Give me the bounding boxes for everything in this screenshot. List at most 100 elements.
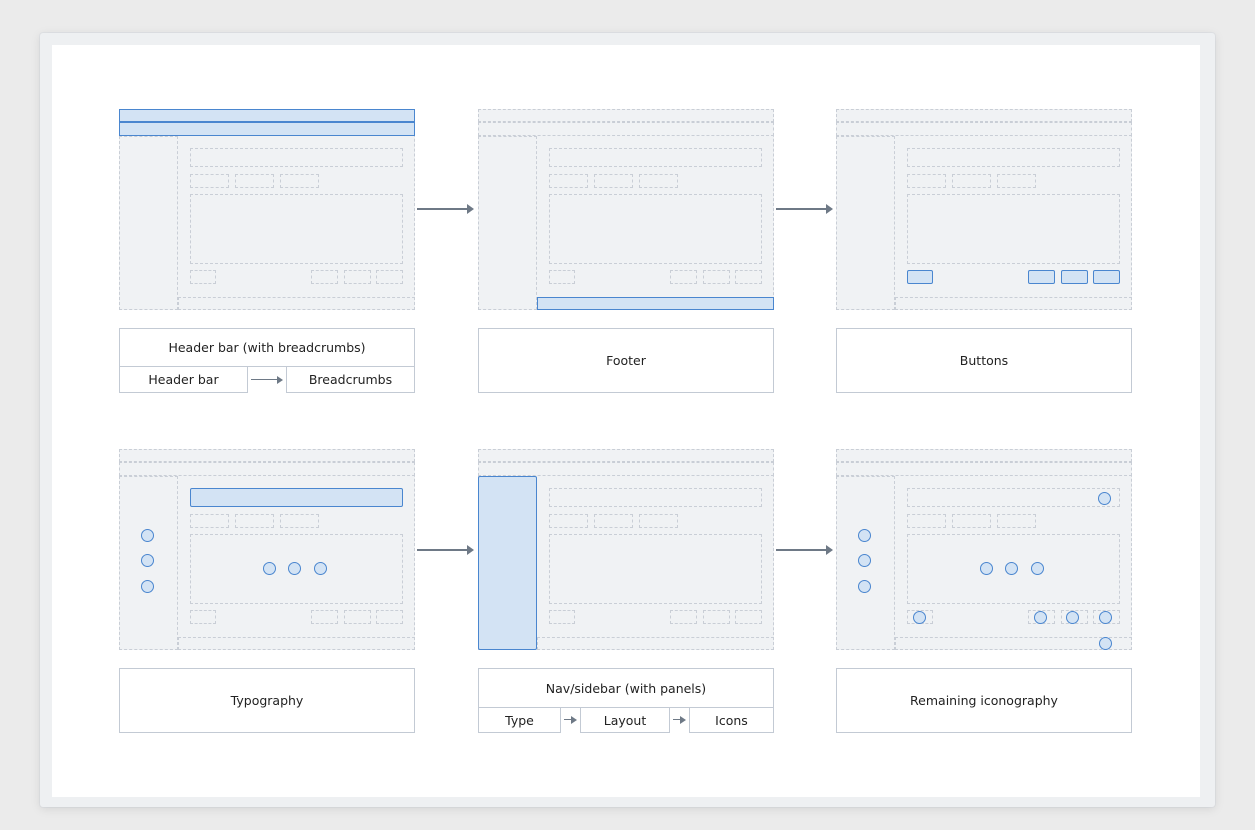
circle-icon [141, 554, 154, 567]
arrow-footer-to-buttons [776, 204, 833, 214]
footer-bar [895, 637, 1132, 650]
breadcrumb-bar [119, 462, 415, 476]
top-bar [478, 449, 774, 462]
circle-icon [858, 580, 871, 593]
circle-icon [314, 562, 327, 575]
tab-placeholder [549, 514, 588, 528]
button-placeholder [670, 270, 697, 284]
breadcrumbs-sub-label: Breadcrumbs [308, 372, 393, 387]
circle-icon [1098, 492, 1111, 505]
arrow-header-to-footer [417, 204, 474, 214]
circle-icon [858, 529, 871, 542]
tab-placeholder [190, 174, 229, 188]
top-bar [836, 109, 1132, 122]
button-placeholder [1028, 270, 1055, 284]
wireframe-buttons [836, 109, 1132, 310]
content-placeholder [549, 534, 762, 604]
title-placeholder [190, 148, 403, 167]
circle-icon [141, 580, 154, 593]
button-placeholder [376, 610, 403, 624]
header-bar-title: Header bar (with breadcrumbs) [168, 340, 366, 355]
nav-sidebar-title-box: Nav/sidebar (with panels) [478, 668, 774, 708]
wireframe-header-bar [119, 109, 415, 310]
buttons-title-box: Buttons [836, 328, 1132, 393]
footer-bar [895, 297, 1132, 310]
arrow-layout-to-icons [673, 716, 686, 724]
tab-placeholder [235, 514, 274, 528]
button-placeholder [311, 270, 338, 284]
tab-placeholder [907, 514, 946, 528]
tab-placeholder [639, 514, 678, 528]
button-placeholder [549, 270, 575, 284]
tab-placeholder [594, 514, 633, 528]
sidebar [119, 136, 178, 310]
button-placeholder [344, 270, 371, 284]
title-placeholder [190, 488, 403, 507]
breadcrumb-bar [478, 462, 774, 476]
button-placeholder [670, 610, 697, 624]
iconography-title: Remaining iconography [910, 693, 1058, 708]
sidebar [478, 136, 537, 310]
circle-icon [1031, 562, 1044, 575]
content-placeholder [549, 194, 762, 264]
title-placeholder [907, 148, 1120, 167]
arrow-nav-to-iconography [776, 545, 833, 555]
icons-sub-label: Icons [715, 712, 748, 728]
layout-sub-label: Layout [603, 712, 647, 728]
button-placeholder [190, 270, 216, 284]
footer-bar [178, 297, 415, 310]
top-bar [836, 449, 1132, 462]
wireframe-nav-sidebar [478, 449, 774, 650]
arrow-header-bar-to-breadcrumbs [251, 376, 283, 384]
wireframe-typography [119, 449, 415, 650]
title-placeholder [549, 148, 762, 167]
icons-sub-box: Icons [689, 707, 774, 733]
button-placeholder [549, 610, 575, 624]
content-placeholder [190, 194, 403, 264]
footer-bar [537, 297, 774, 310]
button-placeholder [703, 610, 730, 624]
button-placeholder [703, 270, 730, 284]
tab-placeholder [952, 514, 991, 528]
header-bar-sub-label: Header bar [148, 372, 219, 387]
circle-icon [263, 562, 276, 575]
tab-placeholder [235, 174, 274, 188]
footer-title: Footer [606, 353, 646, 368]
layout-sub-box: Layout [580, 707, 670, 733]
circle-icon [980, 562, 993, 575]
sidebar [478, 476, 537, 650]
footer-title-box: Footer [478, 328, 774, 393]
button-placeholder [735, 270, 762, 284]
tab-placeholder [280, 174, 319, 188]
tab-placeholder [549, 174, 588, 188]
tab-placeholder [997, 174, 1036, 188]
title-placeholder [907, 488, 1120, 507]
sidebar [836, 136, 895, 310]
typography-title-box: Typography [119, 668, 415, 733]
wireframe-footer [478, 109, 774, 310]
circle-icon [913, 611, 926, 624]
tab-placeholder [639, 174, 678, 188]
button-placeholder [344, 610, 371, 624]
button-placeholder [735, 610, 762, 624]
circle-icon [1034, 611, 1047, 624]
wireframe-remaining-iconography [836, 449, 1132, 650]
buttons-title: Buttons [959, 353, 1009, 368]
top-bar [119, 449, 415, 462]
title-placeholder [549, 488, 762, 507]
tab-placeholder [907, 174, 946, 188]
nav-sidebar-title: Nav/sidebar (with panels) [545, 680, 707, 696]
tab-placeholder [997, 514, 1036, 528]
button-placeholder [190, 610, 216, 624]
button-placeholder [1061, 270, 1088, 284]
button-placeholder [1093, 270, 1120, 284]
tab-placeholder [952, 174, 991, 188]
breadcrumb-bar [836, 122, 1132, 136]
breadcrumbs-sub-box: Breadcrumbs [286, 366, 415, 393]
type-sub-label: Type [505, 712, 534, 728]
circle-icon [1005, 562, 1018, 575]
content-placeholder [907, 194, 1120, 264]
tab-placeholder [594, 174, 633, 188]
arrow-typography-to-nav [417, 545, 474, 555]
iconography-title-box: Remaining iconography [836, 668, 1132, 733]
